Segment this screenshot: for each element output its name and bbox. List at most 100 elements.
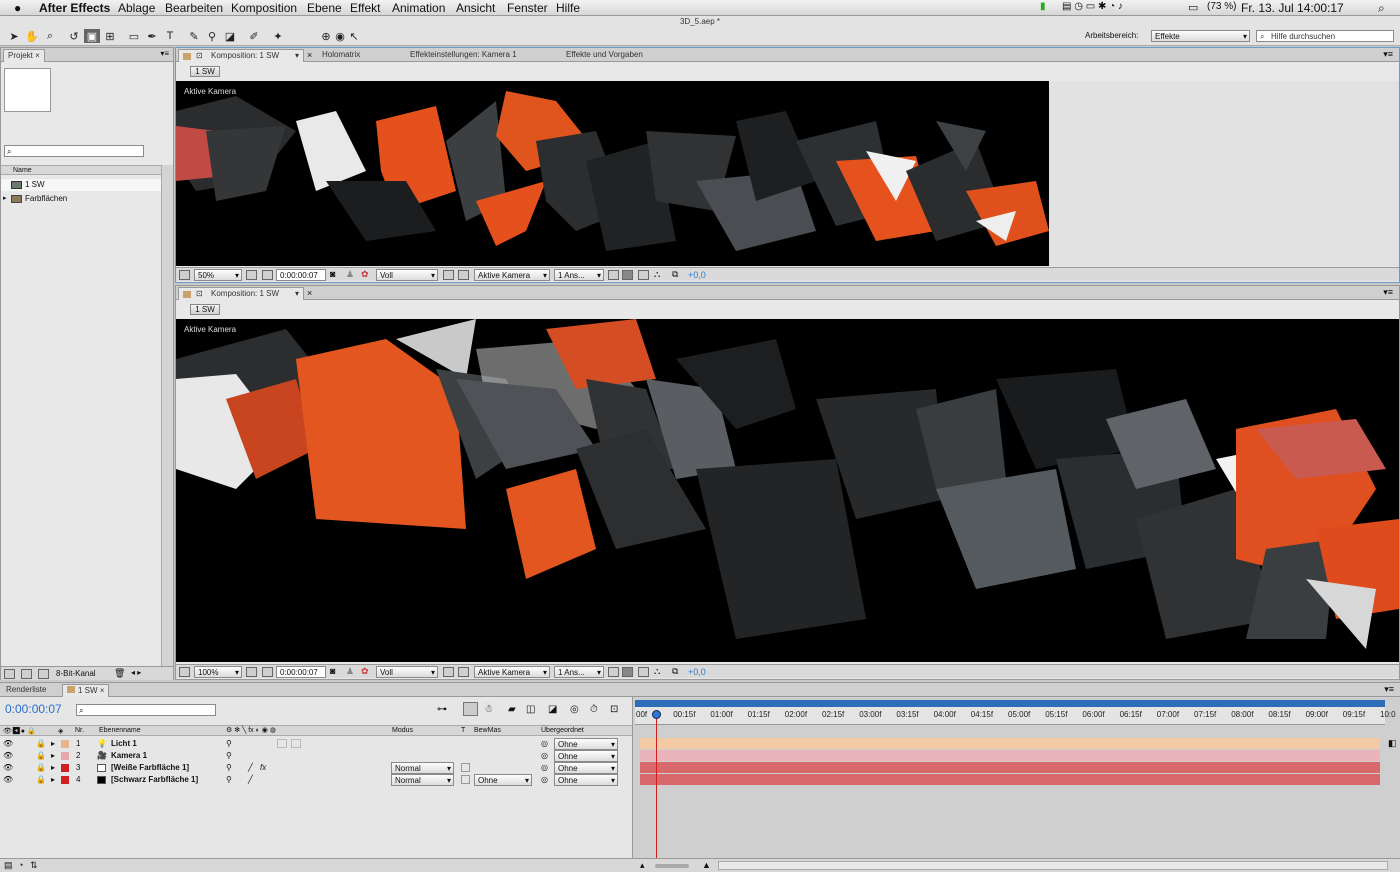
expand-arrow-icon[interactable]: ▸ [3,194,7,202]
tab-dropdown-icon[interactable]: ▾ [295,50,299,62]
project-col-name[interactable]: Name [1,165,161,175]
camera-select[interactable]: Aktive Kamera [474,269,550,281]
toggle-pixel-icon[interactable] [608,270,619,280]
grid-icon[interactable] [246,667,257,677]
zoom-select[interactable]: 50% [194,269,242,281]
col-t[interactable]: T [461,727,465,734]
world-axis-icon[interactable]: ↖ [346,29,362,43]
eye-icon[interactable]: 👁 [3,751,13,760]
brainstorm-icon[interactable]: ◪ [548,704,557,715]
pickwhip-icon[interactable]: ◎ [541,763,548,772]
preserve-transparency-checkbox[interactable] [461,775,470,784]
views-select[interactable]: 1 Ans... [554,666,604,678]
trash-icon[interactable]: 🗑 [114,668,125,679]
work-area-bar[interactable] [635,700,1385,707]
layer-name[interactable]: Licht 1 [111,739,137,748]
panel-menu-icon[interactable]: ▾≡ [1383,49,1393,60]
transparency-grid-icon[interactable] [458,270,469,280]
col-parent[interactable]: Übergeordnet [541,727,584,734]
timeline-zoom-slider[interactable] [655,864,689,868]
type-tool-icon[interactable]: T [162,29,178,43]
brush-tool-icon[interactable]: ✎ [186,29,202,43]
lock-icon[interactable]: 🔒 [36,775,46,784]
roi-icon[interactable] [443,270,454,280]
fast-previews-icon[interactable] [622,270,633,280]
help-search-input[interactable]: Hilfe durchsuchen ⌕ [1256,30,1394,42]
close-icon[interactable]: × [307,288,312,298]
selection-tool-icon[interactable]: ➤ [6,29,22,43]
show-snapshot-icon[interactable]: ♟ [346,666,354,677]
lock-icon[interactable]: 🔒 [36,739,46,748]
parent-select[interactable]: Ohne [554,750,618,762]
layer-search-input[interactable]: ⌕ [76,704,216,716]
rotate-tool-icon[interactable]: ↺ [66,29,82,43]
expand-arrow-icon[interactable]: ▸ [51,763,55,772]
flowchart-icon[interactable]: ⛬ [654,666,660,677]
layer-bar-1[interactable] [640,738,1380,749]
menu-ebene[interactable]: Ebene [307,1,342,15]
preserve-transparency-checkbox[interactable] [461,763,470,772]
tab-composition-top[interactable]: ⊡ Komposition: 1 SW ▾ [178,49,304,62]
layer-bar-3[interactable] [640,762,1380,773]
layer-row-2[interactable]: 👁 🔒 ▸ 2 🎥 Kamera 1 ⚲ ◎ Ohne [0,750,632,762]
switch-box[interactable] [291,739,301,748]
toggle-modes-icon[interactable]: ◔ [18,860,23,870]
new-folder-icon[interactable] [21,669,32,679]
breadcrumb-comp[interactable]: 1 SW [190,66,220,77]
lock-icon[interactable]: ⊡ [196,50,203,62]
fast-previews-icon[interactable] [622,667,633,677]
label-color-swatch[interactable] [61,752,69,760]
toggle-switches-icon[interactable]: ▤ [4,860,13,871]
menu-animation[interactable]: Animation [392,1,445,15]
parent-select[interactable]: Ohne [554,762,618,774]
bit-depth-label[interactable]: 8-Bit-Kanal [56,669,96,678]
eye-icon[interactable]: 👁 [3,739,13,748]
resolution-select[interactable]: Voll [376,269,438,281]
layer-bar-4[interactable] [640,774,1380,785]
tab-timeline-comp[interactable]: 1 SW × [62,684,110,697]
pen-tool-icon[interactable]: ✒ [144,29,160,43]
resolution-select[interactable]: Voll [376,666,438,678]
mode-select[interactable]: Normal [391,774,454,786]
composition-view-top[interactable]: Aktive Kamera [176,81,1049,266]
layer-name[interactable]: [Schwarz Farbfläche 1] [111,775,198,784]
project-item-comp[interactable]: 1 SW [1,179,161,191]
panel-menu-icon[interactable]: ▾≡ [1383,287,1393,298]
camera-tool-icon[interactable]: ▣ [84,29,100,43]
label-color-swatch[interactable] [61,776,69,784]
clock[interactable]: Fr. 13. Jul 14:00:17 [1241,1,1344,15]
show-snapshot-icon[interactable]: ♟ [346,269,354,280]
zoom-select[interactable]: 100% [194,666,242,678]
always-preview-icon[interactable] [179,667,190,677]
scroll-arrows-icon[interactable]: ◂ ▸ [131,668,141,677]
toggle-in-out-icon[interactable]: ⇅ [30,860,38,871]
tab-render-queue[interactable]: Renderliste [2,684,50,697]
menu-ansicht[interactable]: Ansicht [456,1,495,15]
menu-hilfe[interactable]: Hilfe [556,1,580,15]
project-item-folder[interactable]: ▸ Farbflächen [1,193,161,205]
mini-flowchart-icon[interactable]: ⊶ [437,704,447,715]
region-icon[interactable] [262,270,273,280]
menu-fenster[interactable]: Fenster [507,1,548,15]
graph-icon[interactable]: ⊡ [610,704,618,715]
pickwhip-icon[interactable]: ◎ [541,739,548,748]
tab-dropdown-icon[interactable]: ▾ [295,288,299,300]
spotlight-icon[interactable]: ⌕ [1378,1,1385,16]
keyframes-icon[interactable]: ◎ [570,704,579,715]
puppet-tool-icon[interactable]: ✦ [270,29,286,43]
menu-effekt[interactable]: Effekt [350,1,380,15]
always-preview-icon[interactable] [179,270,190,280]
menu-komposition[interactable]: Komposition [231,1,297,15]
label-color-swatch[interactable] [61,740,69,748]
timecode-field[interactable]: 0:00:00:07 [276,666,326,678]
lock-icon[interactable]: 🔒 [36,751,46,760]
pickwhip-icon[interactable]: ◎ [541,775,548,784]
interpret-footage-icon[interactable] [4,669,15,679]
layer-bar-2[interactable] [640,750,1380,761]
panel-menu-icon[interactable]: ▾≡ [160,49,169,58]
playhead-handle[interactable] [652,710,661,719]
frame-blending-icon[interactable]: ▰ [508,704,516,715]
shy-switch-icon[interactable]: ⚲ [226,739,232,748]
col-mode[interactable]: Modus [392,727,413,734]
trkmat-select[interactable]: Ohne [474,774,532,786]
